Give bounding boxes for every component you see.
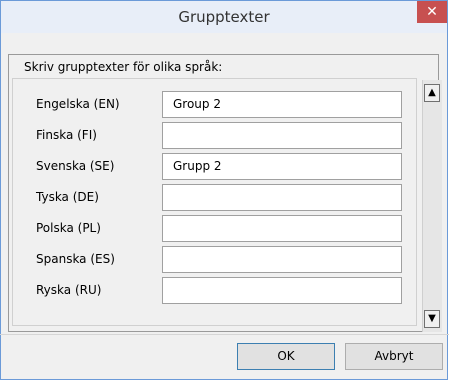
label-russian: Ryska (RU) bbox=[36, 283, 102, 297]
footer-divider bbox=[0, 334, 449, 335]
scroll-up-button[interactable]: ▲ bbox=[424, 84, 440, 102]
spanish-text-field[interactable] bbox=[162, 246, 402, 273]
ok-button[interactable]: OK bbox=[237, 343, 335, 370]
arrow-down-icon: ▼ bbox=[428, 313, 436, 324]
title-bar[interactable]: Grupptexter ✕ bbox=[1, 1, 447, 33]
label-swedish: Svenska (SE) bbox=[36, 159, 115, 173]
label-english: Engelska (EN) bbox=[36, 97, 120, 111]
polish-text-field[interactable] bbox=[162, 215, 402, 242]
swedish-text-field[interactable]: Grupp 2 bbox=[162, 153, 402, 180]
arrow-up-icon: ▲ bbox=[428, 87, 436, 98]
german-text-field[interactable] bbox=[162, 184, 402, 211]
russian-text-field[interactable] bbox=[162, 277, 402, 304]
label-finnish: Finska (FI) bbox=[36, 128, 97, 142]
scroll-down-button[interactable]: ▼ bbox=[424, 310, 440, 328]
window-title: Grupptexter bbox=[178, 8, 270, 26]
close-button[interactable]: ✕ bbox=[417, 1, 447, 23]
label-german: Tyska (DE) bbox=[36, 190, 99, 204]
english-text-field[interactable]: Group 2 bbox=[162, 91, 402, 118]
vertical-scrollbar[interactable] bbox=[422, 80, 442, 332]
label-polish: Polska (PL) bbox=[36, 221, 101, 235]
finnish-text-field[interactable] bbox=[162, 122, 402, 149]
close-icon: ✕ bbox=[426, 4, 438, 20]
instruction-label: Skriv grupptexter för olika språk: bbox=[24, 60, 223, 74]
label-spanish: Spanska (ES) bbox=[36, 252, 115, 266]
cancel-button[interactable]: Avbryt bbox=[345, 343, 443, 370]
